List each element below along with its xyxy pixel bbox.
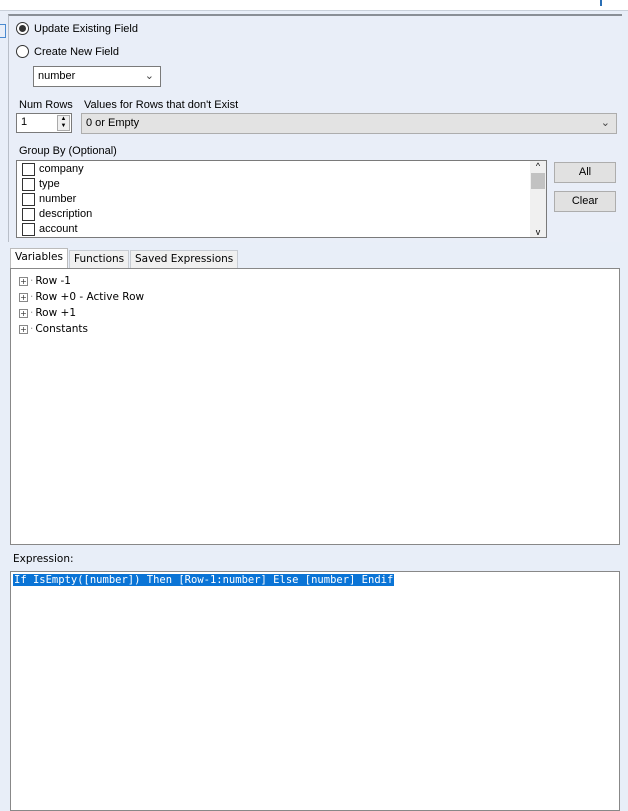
radio-button[interactable] <box>16 22 29 35</box>
chevron-down-icon: ⌄ <box>600 117 610 129</box>
tree-node[interactable]: + · Row +1 <box>19 305 611 321</box>
clear-button[interactable]: Clear <box>554 191 616 212</box>
group-by-list[interactable]: company type number description account ^ v <box>16 160 547 238</box>
group-by-item[interactable]: type <box>17 177 546 192</box>
spin-buttons[interactable]: ▲ ▼ <box>57 115 70 131</box>
group-by-item[interactable]: description <box>17 207 546 222</box>
expression-label: Expression: <box>13 553 74 565</box>
chevron-down-icon: ⌄ <box>144 70 154 82</box>
expression-editor[interactable]: If IsEmpty([number]) Then [Row-1:number]… <box>10 571 620 811</box>
group-by-item-label: account <box>39 223 78 235</box>
missing-rows-value: 0 or Empty <box>86 117 140 129</box>
scrollbar[interactable]: ^ v <box>530 161 546 237</box>
group-by-item-label: number <box>39 193 77 205</box>
group-by-item[interactable]: company <box>17 162 546 177</box>
expand-icon[interactable]: + <box>19 276 28 286</box>
num-rows-value: 1 <box>21 116 28 128</box>
top-strip <box>0 0 628 11</box>
caret-mark <box>600 0 602 6</box>
num-rows-label: Num Rows <box>19 99 73 111</box>
group-by-item-label: company <box>39 163 84 175</box>
num-rows-stepper[interactable]: 1 ▲ ▼ <box>16 113 72 133</box>
radio-label: Create New Field <box>34 45 119 58</box>
expression-text: If IsEmpty([number]) Then [Row-1:number]… <box>13 574 395 586</box>
scroll-down-icon[interactable]: v <box>530 227 546 237</box>
tab-functions[interactable]: Functions <box>69 250 130 268</box>
settings-panel: Update Existing Field Create New Field n… <box>8 14 622 242</box>
radio-label: Update Existing Field <box>34 22 138 35</box>
expand-icon[interactable]: + <box>19 308 28 318</box>
select-all-button[interactable]: All <box>554 162 616 183</box>
checkbox[interactable] <box>22 222 35 236</box>
tree-node[interactable]: + · Row +0 - Active Row <box>19 289 611 305</box>
radio-button[interactable] <box>16 45 29 58</box>
scroll-thumb[interactable] <box>531 173 545 189</box>
radio-create-new[interactable]: Create New Field <box>16 45 119 58</box>
field-select[interactable]: number ⌄ <box>33 66 161 87</box>
tree-node-label: Row +1 <box>35 307 76 319</box>
field-select-value: number <box>38 70 76 82</box>
variables-tree[interactable]: + · Row -1 + · Row +0 - Active Row + · Row +1 + · C… <box>10 268 620 545</box>
tree-node[interactable]: + · Row -1 <box>19 273 611 289</box>
tab-saved-expressions[interactable]: Saved Expressions <box>130 250 239 268</box>
missing-rows-select[interactable]: 0 or Empty ⌄ <box>81 113 617 134</box>
expand-icon[interactable]: + <box>19 324 28 334</box>
tree-node-label: Row -1 <box>35 275 71 287</box>
group-by-item[interactable]: number <box>17 192 546 207</box>
missing-rows-label: Values for Rows that don't Exist <box>84 99 239 111</box>
tree-node[interactable]: + · Constants <box>19 321 611 337</box>
group-by-item-label: type <box>39 178 60 190</box>
tab-variables[interactable]: Variables <box>10 248 68 269</box>
expand-icon[interactable]: + <box>19 292 28 302</box>
checkbox[interactable] <box>22 207 35 221</box>
group-by-item[interactable]: account <box>17 222 546 237</box>
checkbox[interactable] <box>22 177 35 191</box>
checkbox[interactable] <box>22 192 35 206</box>
checkbox[interactable] <box>22 162 35 176</box>
tree-node-label: Constants <box>35 323 89 335</box>
group-by-label: Group By (Optional) <box>19 145 117 157</box>
scroll-up-icon[interactable]: ^ <box>530 161 546 171</box>
left-edge-control <box>0 24 6 38</box>
radio-update-existing[interactable]: Update Existing Field <box>16 22 138 35</box>
tree-node-label: Row +0 - Active Row <box>35 291 145 303</box>
group-by-item-label: description <box>39 208 93 220</box>
